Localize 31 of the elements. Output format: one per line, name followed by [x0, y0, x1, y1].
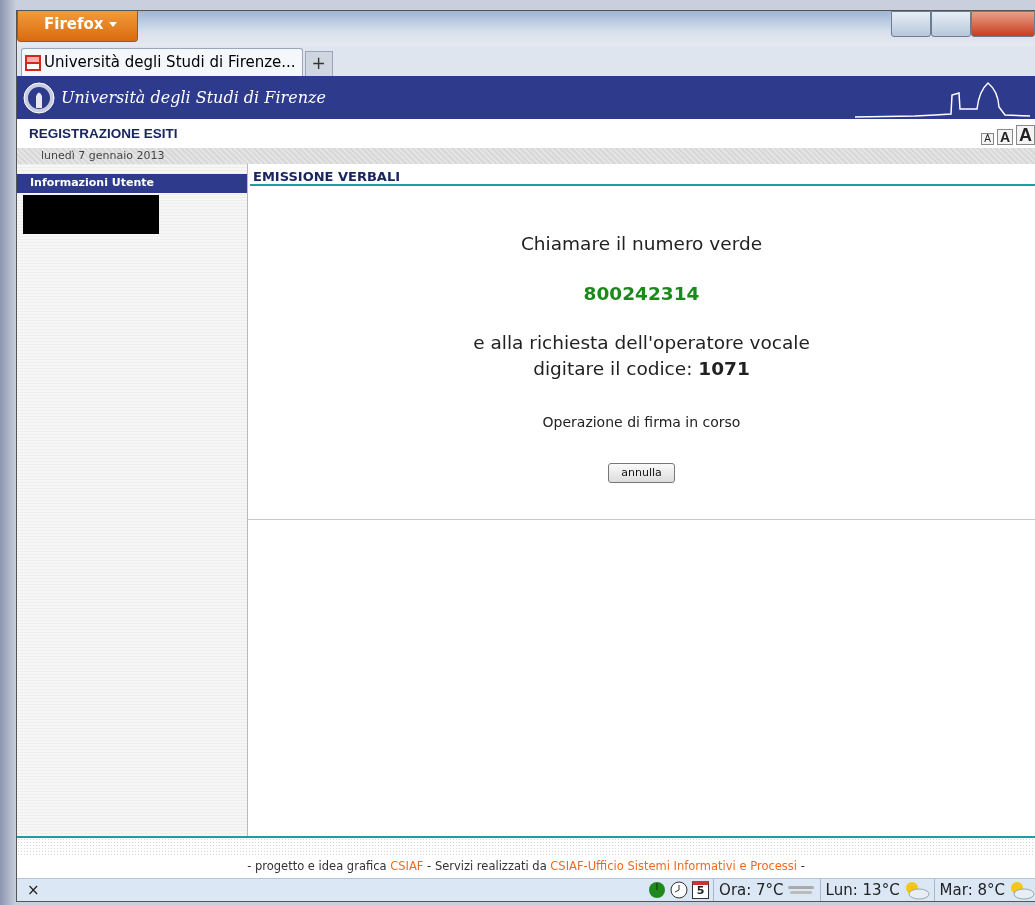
font-size-button[interactable]: A — [981, 132, 994, 145]
instruction-text: e alla richiesta dell'operatore vocale — [473, 331, 810, 353]
university-name: Università degli Studi di Firenze — [61, 86, 326, 109]
caret-icon — [108, 22, 117, 27]
phone-number: 800242314 — [583, 282, 700, 304]
browser-tab[interactable]: Università degli Studi di Firenze... — [21, 48, 303, 76]
page-heading: EMISSIONE VERBALI — [250, 169, 1035, 186]
font-size-button[interactable]: A — [1016, 124, 1035, 145]
sidebar-heading: Informazioni Utente — [17, 174, 247, 193]
status-dot-icon[interactable] — [648, 881, 667, 899]
close-button[interactable] — [971, 11, 1035, 37]
credits-text: - progetto e idea grafica CSIAF - Servizi realizzati da CSIAF-Ufficio Sistemi Informativi e Processi - — [247, 859, 805, 873]
weather-reading: Mar: 8°C — [939, 879, 1005, 901]
favicon-icon — [25, 54, 41, 71]
clock-icon[interactable] — [670, 881, 689, 899]
new-tab-button[interactable]: + — [304, 51, 333, 76]
cancel-button[interactable]: annulla — [608, 462, 675, 483]
maximize-button[interactable] — [931, 11, 971, 37]
university-seal-icon — [23, 81, 55, 114]
instruction-text: digitare il codice: 1071 — [533, 357, 750, 379]
date-text: lunedì 7 gennaio 2013 — [41, 149, 165, 162]
font-size-button[interactable]: A — [996, 128, 1013, 145]
weather-reading: Lun: 13°C — [825, 879, 900, 901]
status-message: Operazione di firma in corso — [542, 413, 741, 430]
calendar-icon[interactable]: 5 — [692, 881, 710, 899]
minimize-button[interactable] — [891, 11, 931, 37]
weather-reading: Ora: 7°C — [719, 879, 784, 901]
call-instruction: Chiamare il numero verde — [520, 233, 763, 254]
fog-icon — [785, 883, 816, 897]
section-title: REGISTRAZIONE ESITI — [29, 126, 178, 143]
close-statusbar-button[interactable]: × — [27, 878, 40, 902]
